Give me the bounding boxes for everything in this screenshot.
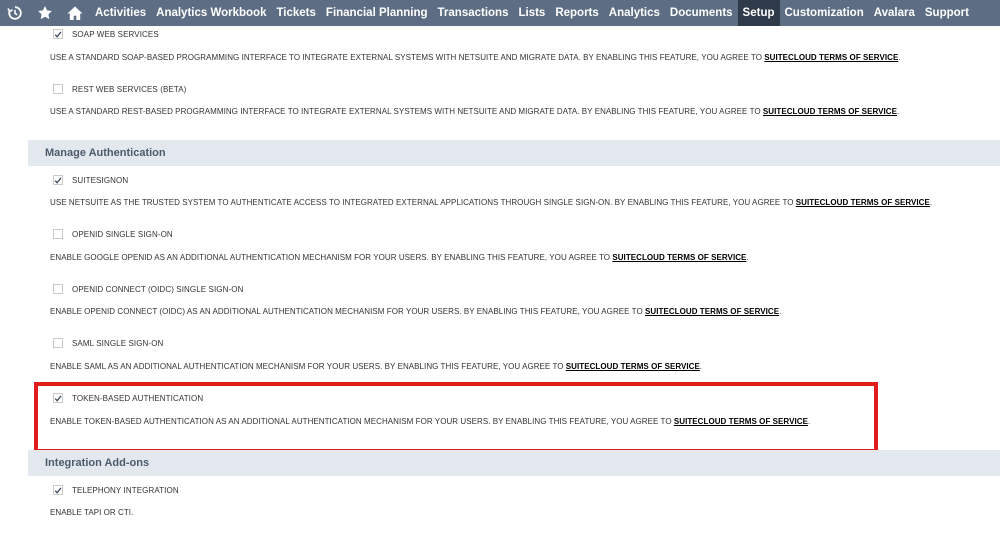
star-icon	[37, 5, 53, 21]
oidc-sso-description: ENABLE OPENID CONNECT (OIDC) AS AN ADDIT…	[50, 307, 782, 316]
soap-web-services-row: SOAP WEB SERVICES	[53, 29, 159, 39]
saml-sso-description: ENABLE SAML AS AN ADDITIONAL AUTHENTICAT…	[50, 362, 703, 371]
openid-sso-row: OPENID SINGLE SIGN-ON	[53, 229, 173, 239]
suitesignon-terms-link[interactable]: SUITECLOUD TERMS OF SERVICE	[796, 198, 930, 207]
saml-sso-row: SAML SINGLE SIGN-ON	[53, 338, 163, 348]
suitesignon-description: USE NETSUITE AS THE TRUSTED SYSTEM TO AU…	[50, 198, 933, 207]
telephony-integration-description: ENABLE TAPI OR CTI.	[50, 508, 134, 517]
top-navigation: Activities Analytics Workbook Tickets Fi…	[0, 0, 1000, 26]
openid-terms-link[interactable]: SUITECLOUD TERMS OF SERVICE	[612, 253, 746, 262]
openid-sso-description: ENABLE GOOGLE OPENID AS AN ADDITIONAL AU…	[50, 253, 749, 262]
soap-terms-link[interactable]: SUITECLOUD TERMS OF SERVICE	[764, 53, 898, 62]
suitesignon-checkbox[interactable]	[53, 175, 63, 185]
telephony-integration-label: TELEPHONY INTEGRATION	[72, 485, 179, 495]
nav-tickets[interactable]: Tickets	[271, 0, 320, 26]
telephony-integration-row: TELEPHONY INTEGRATION	[53, 485, 179, 495]
highlight-annotation-box	[34, 382, 878, 453]
nav-setup[interactable]: Setup	[737, 0, 780, 26]
rest-web-services-label: REST WEB SERVICES (BETA)	[72, 84, 187, 94]
rest-web-services-row: REST WEB SERVICES (BETA)	[53, 84, 186, 94]
saml-terms-link[interactable]: SUITECLOUD TERMS OF SERVICE	[566, 362, 700, 371]
openid-sso-checkbox[interactable]	[53, 229, 63, 239]
openid-sso-label: OPENID SINGLE SIGN-ON	[72, 229, 173, 239]
features-content: SOAP WEB SERVICES USE A STANDARD SOAP-BA…	[0, 26, 1000, 547]
telephony-integration-checkbox[interactable]	[53, 485, 63, 495]
manage-authentication-section: Manage Authentication	[28, 140, 1000, 166]
nav-analytics[interactable]: Analytics	[604, 0, 665, 26]
nav-lists[interactable]: Lists	[513, 0, 550, 26]
nav-reports[interactable]: Reports	[550, 0, 603, 26]
oidc-sso-checkbox[interactable]	[53, 284, 63, 294]
checkmark-icon	[54, 31, 62, 38]
rest-web-services-description: USE A STANDARD REST-BASED PROGRAMMING IN…	[50, 107, 900, 116]
soap-web-services-checkbox[interactable]	[53, 29, 63, 39]
nav-documents[interactable]: Documents	[665, 0, 738, 26]
nav-activities[interactable]: Activities	[90, 0, 151, 26]
rest-web-services-checkbox[interactable]	[53, 84, 63, 94]
nav-support[interactable]: Support	[920, 0, 974, 26]
oidc-terms-link[interactable]: SUITECLOUD TERMS OF SERVICE	[645, 307, 779, 316]
manage-authentication-heading: Manage Authentication	[45, 147, 166, 159]
suitesignon-row: SUITESIGNON	[53, 175, 128, 185]
nav-avalara[interactable]: Avalara	[869, 0, 920, 26]
shortcuts-button[interactable]	[30, 0, 60, 26]
integration-addons-heading: Integration Add-ons	[45, 457, 150, 469]
rest-terms-link[interactable]: SUITECLOUD TERMS OF SERVICE	[763, 107, 897, 116]
soap-web-services-description: USE A STANDARD SOAP-BASED PROGRAMMING IN…	[50, 53, 901, 62]
checkmark-icon	[54, 177, 62, 184]
oidc-sso-label: OPENID CONNECT (OIDC) SINGLE SIGN-ON	[72, 284, 244, 294]
nav-transactions[interactable]: Transactions	[433, 0, 514, 26]
nav-customization[interactable]: Customization	[780, 0, 869, 26]
recent-records-button[interactable]	[0, 0, 30, 26]
suitesignon-label: SUITESIGNON	[72, 175, 129, 185]
nav-financial-planning[interactable]: Financial Planning	[321, 0, 433, 26]
saml-sso-label: SAML SINGLE SIGN-ON	[72, 338, 164, 348]
home-button[interactable]	[60, 0, 90, 26]
home-icon	[66, 5, 84, 21]
nav-analytics-workbook[interactable]: Analytics Workbook	[151, 0, 271, 26]
saml-sso-checkbox[interactable]	[53, 338, 63, 348]
checkmark-icon	[54, 487, 62, 494]
soap-web-services-label: SOAP WEB SERVICES	[72, 29, 159, 39]
oidc-sso-row: OPENID CONNECT (OIDC) SINGLE SIGN-ON	[53, 284, 243, 294]
integration-addons-section: Integration Add-ons	[28, 450, 1000, 476]
recent-icon	[7, 5, 23, 21]
